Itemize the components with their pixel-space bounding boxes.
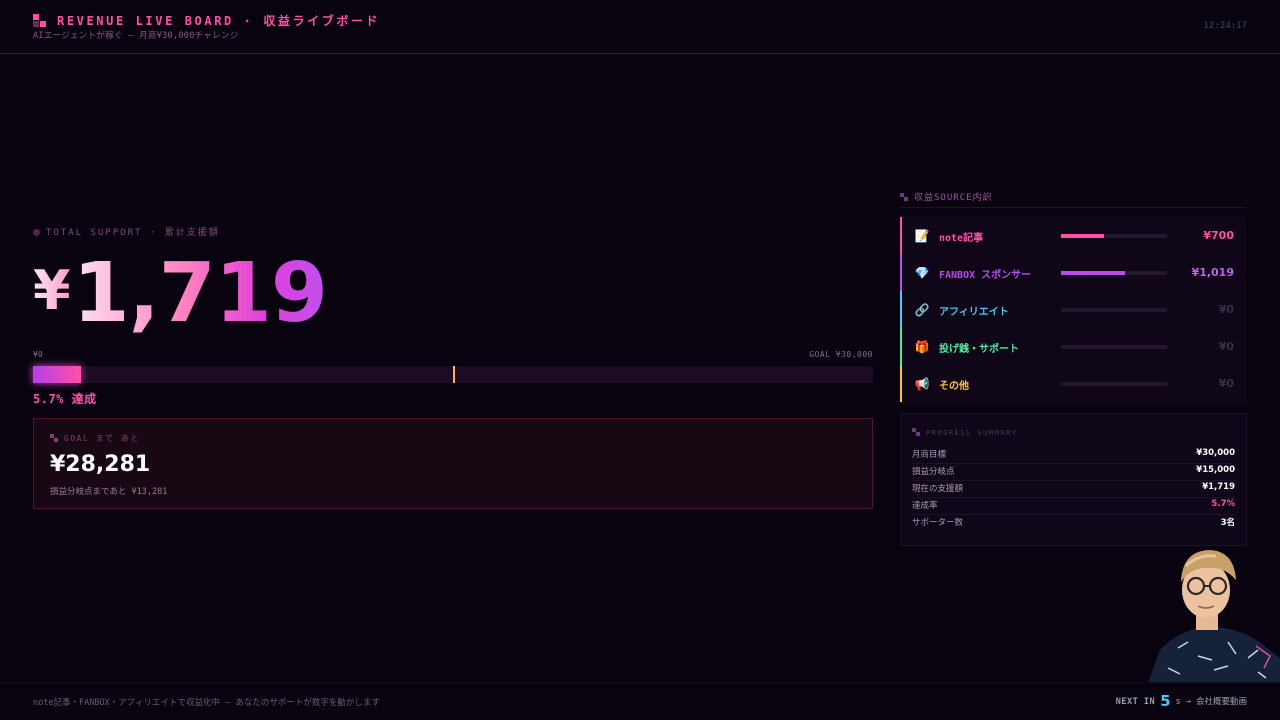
source-row-note: 📝 note記事 ¥700	[900, 217, 1246, 254]
breakeven-note: 損益分岐点まであと ¥13,281	[50, 487, 168, 497]
achievement-text: 5.7% 達成	[33, 392, 97, 406]
total-support-label: TOTAL SUPPORT · 累計支援額	[33, 225, 220, 238]
footer-message: note記事・FANBOX・アフィリエイトで収益化中 — あなたのサポートが数字…	[33, 698, 380, 708]
pixel-icon	[912, 428, 920, 436]
link-icon: 🔗	[914, 303, 930, 317]
source-row-affiliate: 🔗 アフィリエイト ¥0	[900, 291, 1246, 328]
source-name: FANBOX スポンサー	[939, 270, 1032, 281]
source-name: アフィリエイト	[939, 307, 1009, 318]
summary-row: 現在の支援額 ¥1,719	[912, 480, 1235, 498]
source-name: その他	[939, 381, 969, 392]
goal-remaining-label: GOAL まで あと	[50, 433, 140, 444]
source-value: ¥0	[1218, 377, 1234, 390]
source-row-other: 📢 その他 ¥0	[900, 365, 1246, 402]
summary-value: 5.7%	[1211, 499, 1235, 509]
summary-value: ¥30,000	[1196, 448, 1235, 458]
next-countdown: NEXT IN 5 s → 会社概要動画	[1116, 692, 1247, 710]
progress-bar	[33, 366, 873, 383]
summary-key: サポーター数	[912, 518, 964, 528]
gift-icon: 🎁	[914, 340, 930, 354]
source-accent-bar	[900, 291, 902, 328]
summary-key: 月商目標	[912, 450, 947, 460]
goal-remaining-value: ¥28,281	[50, 452, 151, 477]
summary-value: ¥1,719	[1202, 482, 1235, 492]
source-bar-fill	[1061, 234, 1105, 238]
summary-key: 損益分岐点	[912, 467, 955, 477]
total-support-label-text: TOTAL SUPPORT · 累計支援額	[46, 228, 220, 238]
progress-summary-panel: PROGRESS SUMMARY 月商目標 ¥30,000 損益分岐点 ¥15,00…	[900, 413, 1247, 546]
sources-title-text: 収益SOURCE内訳	[914, 193, 993, 203]
source-accent-bar	[900, 328, 902, 365]
source-accent-bar	[900, 365, 902, 402]
progress-start-label: ¥0	[33, 350, 43, 359]
total-amount: ¥1,719	[33, 246, 328, 341]
summary-key: 現在の支援額	[912, 484, 964, 494]
pixel-icon	[900, 193, 908, 201]
source-bar-fill	[1061, 271, 1125, 275]
source-accent-bar	[900, 254, 902, 291]
source-bar-track	[1061, 308, 1167, 312]
next-target: s → 会社概要動画	[1175, 697, 1247, 707]
next-seconds: 5	[1160, 692, 1171, 710]
source-row-tips: 🎁 投げ銭・サポート ¥0	[900, 328, 1246, 365]
next-label: NEXT IN	[1115, 697, 1156, 707]
summary-row: 達成率 5.7%	[912, 497, 1235, 515]
summary-title: PROGRESS SUMMARY	[912, 428, 1017, 437]
memo-icon: 📝	[914, 229, 930, 243]
divider	[900, 207, 1246, 208]
summary-title-text: PROGRESS SUMMARY	[926, 429, 1018, 437]
pixel-icon	[50, 434, 58, 442]
gem-icon: 💎	[914, 266, 930, 280]
board-subtitle: AIエージェントが稼ぐ — 月商¥30,000チャレンジ	[33, 31, 239, 41]
logo-icon	[33, 14, 46, 27]
source-name: note記事	[939, 233, 984, 244]
header-bar: REVENUE LIVE BOARD · 収益ライブボード AIエージェントが稼…	[0, 0, 1280, 54]
summary-row: サポーター数 3名	[912, 514, 1235, 531]
source-name: 投げ銭・サポート	[939, 344, 1019, 355]
source-bar-track	[1061, 382, 1167, 386]
source-bar-track	[1061, 345, 1167, 349]
board-title: REVENUE LIVE BOARD · 収益ライブボード	[57, 14, 381, 28]
source-bar-track	[1061, 271, 1167, 275]
currency-symbol: ¥	[33, 259, 71, 322]
source-value: ¥0	[1218, 303, 1234, 316]
source-row-fanbox: 💎 FANBOX スポンサー ¥1,019	[900, 254, 1246, 291]
status-dot-icon	[33, 229, 40, 236]
sources-list: 📝 note記事 ¥700 💎 FANBOX スポンサー ¥1,019 🔗 アフ…	[900, 217, 1246, 404]
source-value: ¥0	[1218, 340, 1234, 353]
source-value: ¥1,019	[1191, 266, 1234, 279]
summary-value: ¥15,000	[1196, 465, 1235, 475]
summary-value: 3名	[1220, 518, 1235, 528]
breakeven-marker	[453, 366, 455, 383]
source-value: ¥700	[1203, 229, 1234, 242]
summary-key: 達成率	[912, 501, 938, 511]
divider	[0, 682, 1280, 683]
total-amount-value: 1,719	[72, 246, 328, 341]
source-bar-track	[1061, 234, 1167, 238]
goal-remaining-label-text: GOAL まで あと	[64, 434, 140, 443]
summary-row: 月商目標 ¥30,000	[912, 446, 1235, 464]
megaphone-icon: 📢	[914, 377, 930, 391]
sources-title: 収益SOURCE内訳	[900, 190, 993, 203]
progress-goal-label: GOAL ¥30,000	[809, 350, 873, 359]
progress-bar-fill	[33, 366, 81, 383]
presenter-webcam	[1138, 538, 1280, 683]
summary-row: 損益分岐点 ¥15,000	[912, 463, 1235, 481]
source-accent-bar	[900, 217, 902, 254]
goal-remaining-panel: GOAL まで あと ¥28,281 損益分岐点まであと ¥13,281	[33, 418, 873, 509]
clock: 12:24:17	[1203, 21, 1247, 31]
presenter-avatar	[1148, 550, 1280, 683]
